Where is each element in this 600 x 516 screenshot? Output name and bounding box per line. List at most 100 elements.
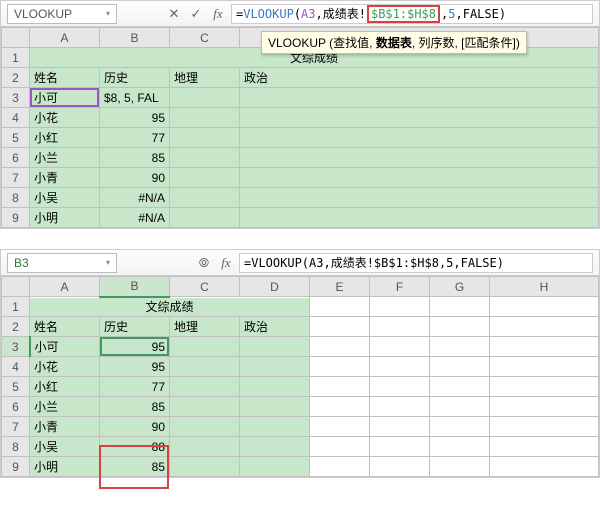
cell[interactable]: 小兰 (30, 148, 100, 168)
cell[interactable] (240, 437, 310, 457)
cell[interactable] (430, 457, 490, 477)
col-header-D[interactable]: D (240, 277, 310, 297)
header-cell[interactable]: 历史 (100, 317, 170, 337)
cell[interactable] (240, 188, 599, 208)
col-header-C[interactable]: C (170, 28, 240, 48)
name-box[interactable]: VLOOKUP ▾ (7, 4, 117, 24)
cell[interactable] (490, 377, 599, 397)
cell[interactable] (240, 377, 310, 397)
cell[interactable]: 小可 (30, 337, 100, 357)
cell[interactable]: 95 (100, 357, 170, 377)
cell-A3[interactable]: 小可 (30, 88, 100, 108)
row-header[interactable]: 8 (2, 437, 30, 457)
col-header-H[interactable]: H (490, 277, 599, 297)
cell[interactable] (310, 437, 370, 457)
header-cell[interactable]: 政治 (240, 68, 599, 88)
row-header[interactable]: 1 (2, 297, 30, 317)
cell[interactable] (310, 377, 370, 397)
cell[interactable] (240, 397, 310, 417)
cell[interactable]: #N/A (100, 208, 170, 228)
row-header[interactable]: 5 (2, 128, 30, 148)
cell[interactable] (370, 337, 430, 357)
header-cell[interactable]: 地理 (170, 68, 240, 88)
cell[interactable] (310, 357, 370, 377)
cell[interactable] (490, 417, 599, 437)
cell[interactable] (240, 417, 310, 437)
cell[interactable]: 90 (100, 417, 170, 437)
col-header-B[interactable]: B (100, 28, 170, 48)
header-cell[interactable]: 政治 (240, 317, 310, 337)
cell[interactable]: 95 (100, 108, 170, 128)
cell[interactable] (170, 148, 240, 168)
cell[interactable] (430, 437, 490, 457)
cell[interactable] (170, 337, 240, 357)
row-header[interactable]: 3 (2, 337, 30, 357)
col-header-F[interactable]: F (370, 277, 430, 297)
cancel-icon[interactable]: ✕ (165, 5, 183, 23)
cell[interactable]: 85 (100, 457, 170, 477)
cell[interactable]: 85 (100, 397, 170, 417)
cell[interactable] (490, 397, 599, 417)
select-all-corner[interactable] (2, 277, 30, 297)
cell[interactable] (170, 437, 240, 457)
header-cell[interactable]: 历史 (100, 68, 170, 88)
cell[interactable] (240, 108, 599, 128)
cell[interactable] (370, 377, 430, 397)
row-header[interactable]: 2 (2, 317, 30, 337)
formula-bar[interactable]: =VLOOKUP(A3,成绩表!$B$1:$H$8,5,FALSE) (239, 253, 593, 273)
row-header[interactable]: 9 (2, 208, 30, 228)
cell[interactable] (310, 297, 370, 317)
row-header[interactable]: 8 (2, 188, 30, 208)
cell[interactable] (240, 208, 599, 228)
cell[interactable] (430, 337, 490, 357)
row-header[interactable]: 4 (2, 108, 30, 128)
cell[interactable] (240, 148, 599, 168)
cell[interactable] (170, 377, 240, 397)
cell[interactable] (490, 457, 599, 477)
confirm-icon[interactable]: ✓ (187, 5, 205, 23)
name-box[interactable]: B3 ▾ (7, 253, 117, 273)
col-header-B[interactable]: B (100, 277, 170, 297)
cell[interactable] (170, 417, 240, 437)
header-cell[interactable]: 姓名 (30, 68, 100, 88)
row-header[interactable]: 9 (2, 457, 30, 477)
cell[interactable] (170, 128, 240, 148)
cell[interactable] (170, 88, 240, 108)
cell[interactable] (170, 168, 240, 188)
cell[interactable]: 小青 (30, 168, 100, 188)
row-header[interactable]: 4 (2, 357, 30, 377)
col-header-E[interactable]: E (310, 277, 370, 297)
cell[interactable] (490, 437, 599, 457)
select-all-corner[interactable] (2, 28, 30, 48)
sheet-title[interactable]: 文综成绩 (30, 297, 310, 317)
cell[interactable] (170, 208, 240, 228)
col-header-A[interactable]: A (30, 28, 100, 48)
cell[interactable] (240, 168, 599, 188)
cell[interactable] (490, 317, 599, 337)
zoom-fit-icon[interactable]: ⦾ (195, 254, 213, 272)
cell[interactable] (310, 337, 370, 357)
cell[interactable]: 小明 (30, 208, 100, 228)
cell[interactable]: 小红 (30, 128, 100, 148)
cell[interactable] (240, 337, 310, 357)
cell[interactable] (310, 457, 370, 477)
col-header-G[interactable]: G (430, 277, 490, 297)
cell[interactable] (240, 357, 310, 377)
top-grid[interactable]: A B C 1 文综成绩 2 姓名 历史 地理 政治 (1, 27, 599, 228)
cell[interactable]: 85 (100, 148, 170, 168)
cell[interactable]: 77 (100, 377, 170, 397)
cell[interactable] (240, 128, 599, 148)
cell[interactable]: #N/A (100, 188, 170, 208)
row-header[interactable]: 1 (2, 48, 30, 68)
row-header[interactable]: 3 (2, 88, 30, 108)
formula-bar[interactable]: =VLOOKUP(A3, 成绩表!$B$1:$H$8,5, FALSE) (231, 4, 593, 24)
cell[interactable]: 小红 (30, 377, 100, 397)
cell[interactable]: 90 (100, 168, 170, 188)
cell[interactable] (370, 297, 430, 317)
fx-icon[interactable]: fx (217, 254, 235, 272)
cell[interactable] (170, 357, 240, 377)
cell[interactable]: 小花 (30, 357, 100, 377)
cell[interactable] (170, 457, 240, 477)
cell[interactable] (430, 317, 490, 337)
chevron-down-icon[interactable]: ▾ (106, 9, 110, 18)
